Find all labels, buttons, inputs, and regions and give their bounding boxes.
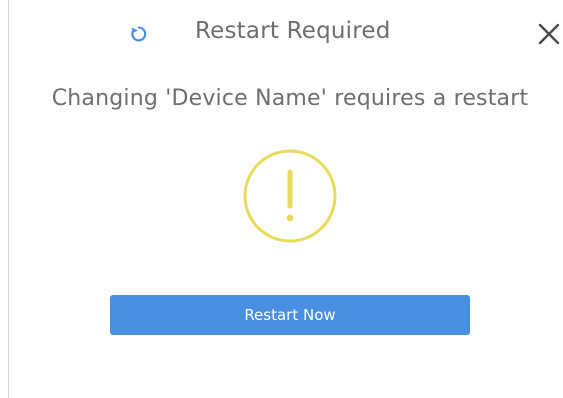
restart-required-dialog: Restart Required Changing 'Device Name' …	[0, 0, 563, 398]
dialog-title: Restart Required	[195, 18, 391, 44]
restart-message: Changing 'Device Name' requires a restar…	[51, 86, 529, 111]
restart-now-button[interactable]: Restart Now	[110, 295, 470, 335]
restart-icon	[131, 26, 147, 42]
dialog-left-border	[8, 0, 9, 398]
warning-exclamation-icon	[243, 149, 337, 243]
dialog-header: Restart Required	[0, 14, 563, 54]
close-icon[interactable]	[537, 22, 561, 46]
